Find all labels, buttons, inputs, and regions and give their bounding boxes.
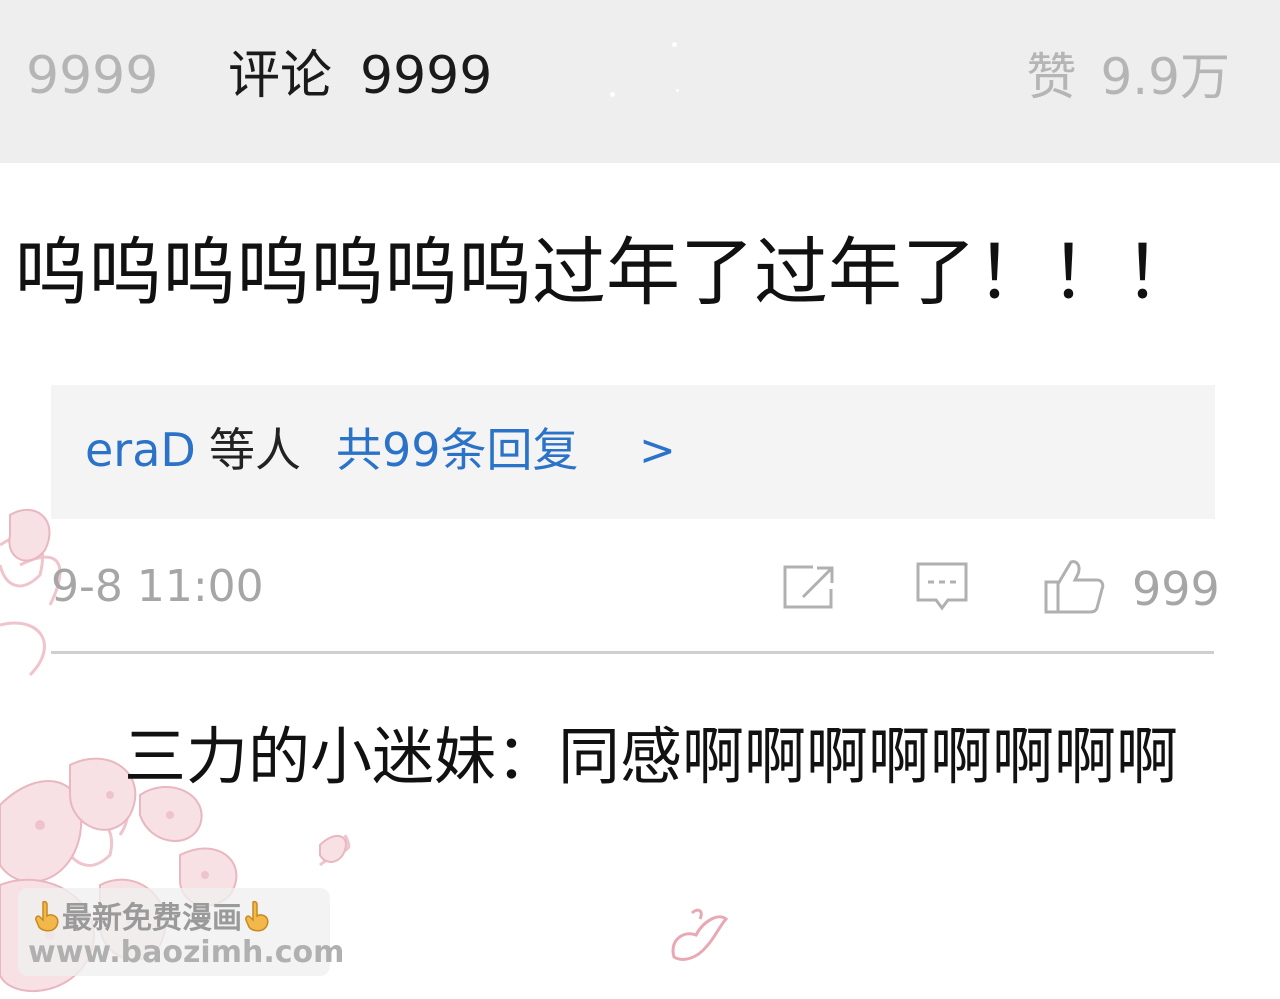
site-watermark[interactable]: 最新免费漫画 www.baozimh.com [18,888,344,976]
comments-label: 评论 [228,46,333,106]
comment-page: 9999 评论 9999 赞 9.9万 呜呜呜呜呜呜呜过年了过年了！！！ era… [0,0,1280,999]
watermark-line1: 最新免费漫画 [62,901,242,936]
sparkle-decoration [610,92,615,97]
chevron-right-icon[interactable]: > [639,429,676,473]
pointing-down-icon [35,900,59,932]
comments-count: 9999 [360,46,493,106]
sub-reply-text: 同感啊啊啊啊啊啊啊啊 [558,720,1179,793]
watermark-title: 最新免费漫画 [32,900,272,934]
divider [51,651,1214,654]
likes-count: 9.9万 [1100,48,1230,106]
pointing-down-icon [245,900,269,932]
sub-reply-username[interactable]: 三力的小迷妹： [124,720,558,793]
comment-header-bar: 9999 评论 9999 赞 9.9万 [0,0,1280,163]
comment-body: 呜呜呜呜呜呜呜过年了过年了！！！ [14,230,1198,316]
share-icon[interactable] [783,565,835,609]
comments-tab[interactable]: 评论 9999 [228,50,492,102]
likes-label: 赞 [1026,48,1077,106]
reply-etc-label: 等人 [209,423,301,477]
reply-username-link[interactable]: eraD [85,427,196,473]
thumbs-up-icon[interactable] [1043,558,1105,614]
sparkle-decoration [676,89,679,92]
petal-decoration [671,908,729,961]
header-left-count[interactable]: 9999 [26,50,158,102]
sub-reply: 三力的小迷妹：同感啊啊啊啊啊啊啊啊 [124,726,1178,788]
comment-like-count: 999 [1132,562,1220,616]
likes-tab[interactable]: 赞 9.9万 [1026,52,1230,102]
replies-summary[interactable]: eraD 等人 共99条回复 > [51,385,1215,519]
reply-icon[interactable] [916,562,968,612]
watermark-url[interactable]: www.baozimh.com [28,938,344,968]
view-all-replies-link[interactable]: 共99条回复 [336,427,579,473]
sparkle-decoration [672,42,677,47]
comment-timestamp: 9-8 11:00 [51,561,264,612]
